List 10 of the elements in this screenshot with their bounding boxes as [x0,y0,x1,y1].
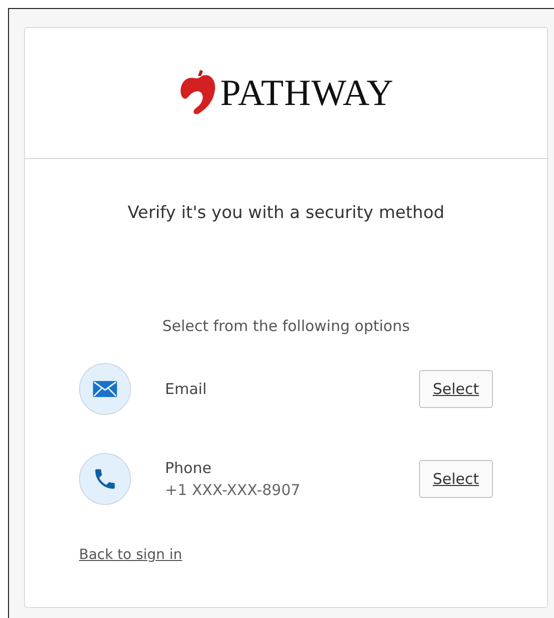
logo-wordmark: PATHWAY [220,72,394,114]
envelope-icon [93,381,117,397]
back-to-sign-in-link[interactable]: Back to sign in [79,547,182,563]
select-button[interactable]: Select [418,460,493,498]
phone-number: +1 XXX-XXX-8907 [165,481,302,499]
method-label: Phone [165,459,212,477]
page-heading: Verify it's you with a security method [126,203,446,223]
select-button[interactable]: Select [418,370,493,408]
method-label: Email [165,380,208,398]
instruction-text: Select from the following options [161,317,411,335]
